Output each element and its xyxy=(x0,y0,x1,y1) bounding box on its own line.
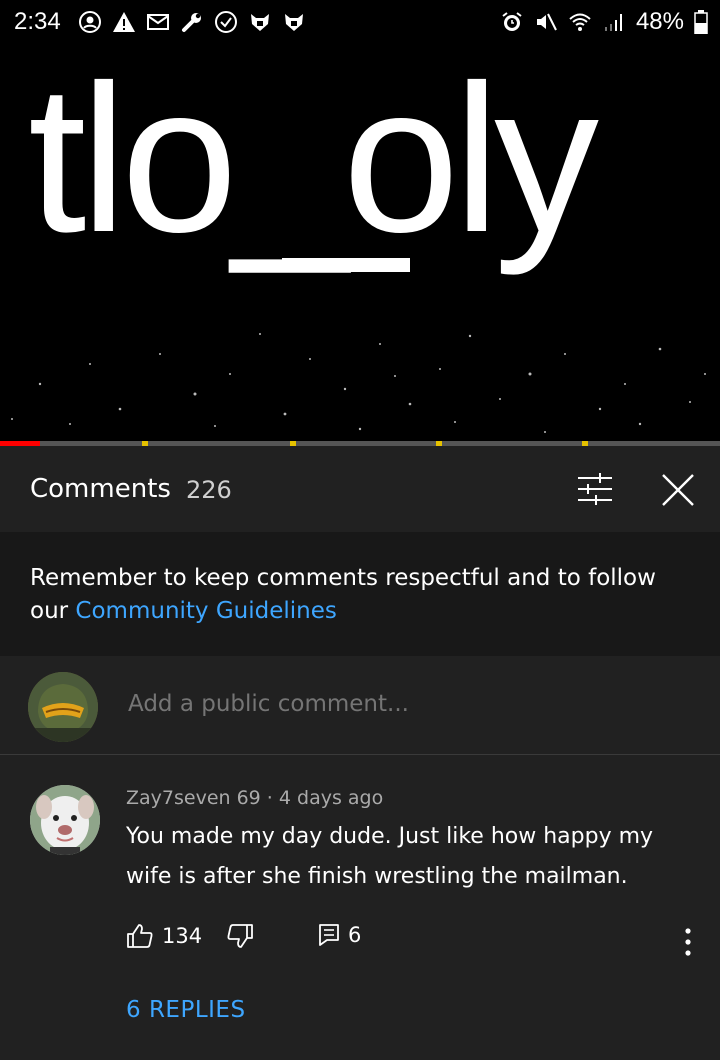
thumbs-down-icon xyxy=(227,924,253,948)
status-bar: 2:34 48% xyxy=(0,0,720,44)
mail-icon xyxy=(147,14,169,30)
battery-icon xyxy=(694,10,708,34)
starfield xyxy=(11,333,706,433)
check-circle-icon xyxy=(215,11,237,33)
reply-count: 6 xyxy=(348,923,362,947)
reply-comment-icon xyxy=(319,924,339,946)
warning-icon xyxy=(113,12,135,32)
add-comment-input[interactable] xyxy=(126,690,670,718)
alarm-icon xyxy=(502,12,522,31)
view-replies-button[interactable]: 6 REPLIES xyxy=(126,997,246,1023)
notice-text: Remember to keep comments respectful and… xyxy=(30,562,700,628)
video-player[interactable]: tlo_oly xyxy=(0,44,720,442)
user-avatar xyxy=(28,672,98,742)
wrench-icon xyxy=(182,13,201,32)
helmet-avatar-image xyxy=(28,672,98,742)
video-underscore-block xyxy=(282,258,410,272)
signal-icon xyxy=(604,14,622,31)
comment-actions: 134 6 xyxy=(126,919,706,959)
dislike-button[interactable] xyxy=(226,923,254,949)
community-guidelines-link[interactable]: Community Guidelines xyxy=(75,598,336,624)
video-title-text: tlo_oly xyxy=(28,44,599,276)
status-right-icons: 48% xyxy=(500,8,708,36)
like-count: 134 xyxy=(162,924,203,948)
reply-button[interactable]: 6 xyxy=(318,923,361,947)
commenter-avatar[interactable] xyxy=(30,785,100,855)
comment-text: You made my day dude. Just like how happ… xyxy=(126,824,654,889)
game-icon xyxy=(251,14,269,31)
like-button[interactable]: 134 xyxy=(126,923,202,949)
comment-meta: Zay7seven 69 · 4 days ago xyxy=(126,787,384,809)
comments-header: Comments 226 xyxy=(0,446,720,532)
mute-icon xyxy=(536,13,557,31)
game-icon xyxy=(285,14,303,31)
battery-percent: 48% xyxy=(635,8,684,35)
status-left-icons xyxy=(78,9,306,35)
thumbs-up-icon xyxy=(127,924,153,948)
wifi-icon xyxy=(569,13,591,31)
community-notice: Remember to keep comments respectful and… xyxy=(0,532,720,656)
comment-item: Zay7seven 69 · 4 days ago You made my da… xyxy=(0,755,720,1060)
sort-filter-icon[interactable] xyxy=(576,472,614,506)
add-comment-row xyxy=(0,656,720,755)
more-options-icon[interactable] xyxy=(676,925,700,959)
comments-count: 226 xyxy=(186,476,232,504)
account-icon xyxy=(79,11,101,33)
status-time: 2:34 xyxy=(14,8,61,35)
close-icon[interactable] xyxy=(660,472,696,508)
comments-title: Comments xyxy=(30,474,171,504)
dog-avatar-image xyxy=(30,785,100,855)
